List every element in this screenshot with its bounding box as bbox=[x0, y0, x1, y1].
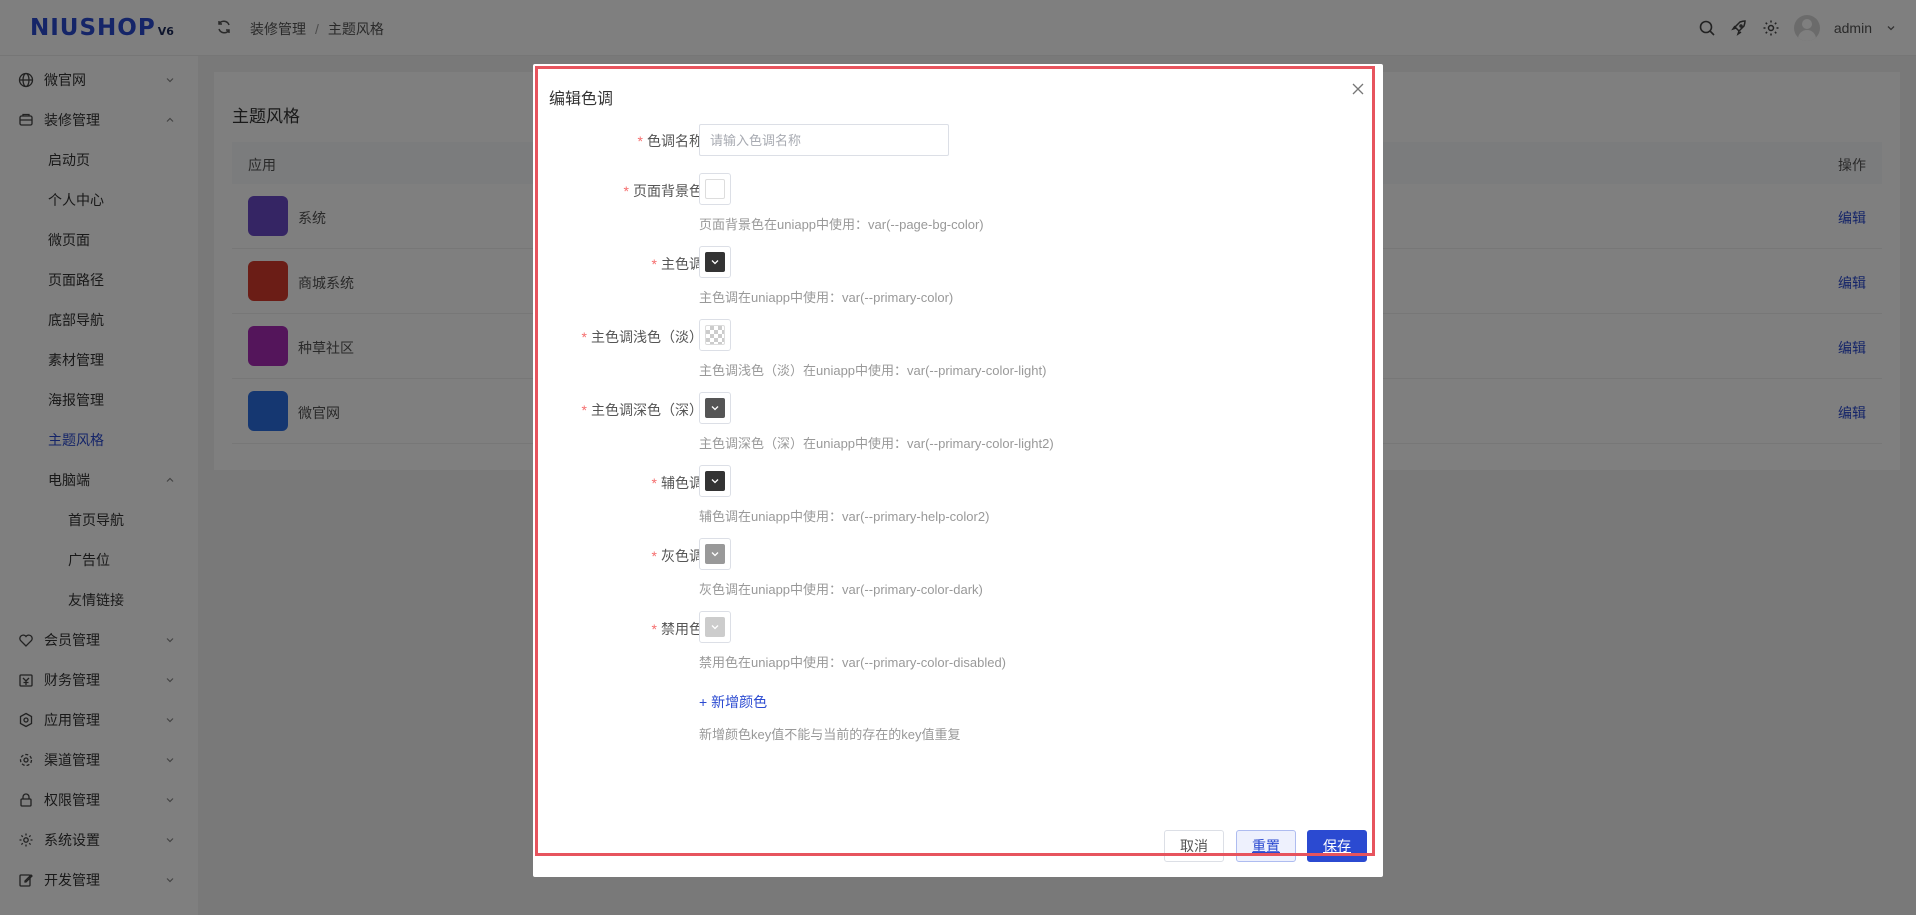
field-hint: 页面背景色在uniapp中使用：var(--page-bg-color) bbox=[699, 217, 984, 232]
color-picker-disabled[interactable] bbox=[699, 611, 731, 643]
color-picker-help[interactable] bbox=[699, 465, 731, 497]
color-picker-gray[interactable] bbox=[699, 538, 731, 570]
required-mark: * bbox=[623, 183, 629, 199]
label-text: 色调名称 bbox=[647, 133, 703, 149]
field-label-page-bg: * 页面背景色 bbox=[503, 181, 703, 201]
field-label-primary-dark: * 主色调深色（深） bbox=[503, 400, 703, 420]
label-text: 辅色调 bbox=[661, 475, 703, 491]
color-picker-primary[interactable] bbox=[699, 246, 731, 278]
field-hint: 禁用色在uniapp中使用：var(--primary-color-disabl… bbox=[699, 655, 1007, 670]
close-icon[interactable] bbox=[1351, 82, 1365, 96]
chevron-down-icon bbox=[711, 260, 719, 265]
add-color-link[interactable]: + 新增颜色 bbox=[699, 692, 767, 712]
color-swatch-fill bbox=[705, 471, 725, 491]
field-label-help: * 辅色调 bbox=[503, 473, 703, 493]
reset-button[interactable]: 重置 bbox=[1236, 830, 1296, 862]
color-picker-primary-light[interactable] bbox=[699, 319, 731, 351]
chevron-down-icon bbox=[711, 552, 719, 557]
edit-color-dialog: 编辑色调 *色调名称 *页面背景色 页面背景色在uniapp中使用：var(--… bbox=[533, 64, 1383, 877]
field-hint: 主色调在uniapp中使用：var(--primary-color) bbox=[699, 290, 954, 305]
color-swatch-fill bbox=[705, 617, 725, 637]
required-mark: * bbox=[651, 621, 657, 637]
field-label-gray: * 灰色调 bbox=[503, 546, 703, 566]
color-swatch-fill bbox=[705, 325, 725, 345]
label-text: 页面背景色 bbox=[633, 183, 703, 199]
cancel-button[interactable]: 取消 bbox=[1164, 830, 1224, 862]
color-swatch-fill bbox=[705, 252, 725, 272]
field-label-color-name: * 色调名称 bbox=[503, 131, 703, 151]
label-text: 主色调浅色（淡） bbox=[591, 329, 703, 345]
required-mark: * bbox=[581, 402, 587, 418]
add-color-hint: 新增颜色key值不能与当前的存在的key值重复 bbox=[699, 727, 961, 742]
color-picker-page-bg[interactable] bbox=[699, 173, 731, 205]
field-hint: 灰色调在uniapp中使用：var(--primary-color-dark) bbox=[699, 582, 983, 597]
required-mark: * bbox=[651, 475, 657, 491]
required-mark: * bbox=[651, 548, 657, 564]
save-button[interactable]: 保存 bbox=[1307, 830, 1367, 862]
label-text: 禁用色 bbox=[661, 621, 703, 637]
dialog-title: 编辑色调 bbox=[549, 91, 614, 108]
required-mark: * bbox=[651, 256, 657, 272]
field-label-primary-light: * 主色调浅色（淡） bbox=[503, 327, 703, 347]
color-name-input[interactable] bbox=[699, 124, 949, 156]
field-hint: 辅色调在uniapp中使用：var(--primary-help-color2) bbox=[699, 509, 990, 524]
field-label-primary: * 主色调 bbox=[503, 254, 703, 274]
label-text: 主色调深色（深） bbox=[591, 402, 703, 418]
label-text: 主色调 bbox=[661, 256, 703, 272]
label-text: 灰色调 bbox=[661, 548, 703, 564]
required-mark: * bbox=[637, 133, 643, 149]
field-hint: 主色调浅色（淡）在uniapp中使用：var(--primary-color-l… bbox=[699, 363, 1047, 378]
color-swatch-fill bbox=[705, 179, 725, 199]
chevron-down-icon bbox=[711, 625, 719, 630]
chevron-down-icon bbox=[711, 479, 719, 484]
chevron-down-icon bbox=[711, 406, 719, 411]
field-hint: 主色调深色（深）在uniapp中使用：var(--primary-color-l… bbox=[699, 436, 1054, 451]
field-label-disabled: * 禁用色 bbox=[503, 619, 703, 639]
color-picker-primary-dark[interactable] bbox=[699, 392, 731, 424]
color-swatch-fill bbox=[705, 544, 725, 564]
color-swatch-fill bbox=[705, 398, 725, 418]
required-mark: * bbox=[581, 329, 587, 345]
